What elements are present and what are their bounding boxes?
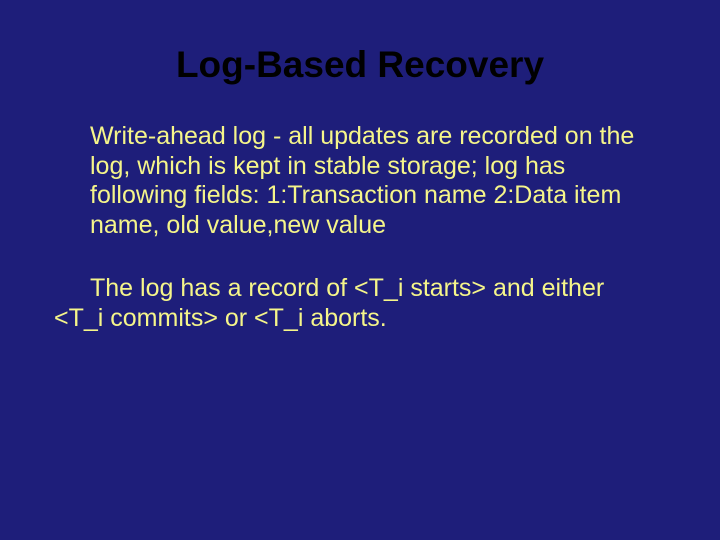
- slide-title: Log-Based Recovery: [0, 0, 720, 122]
- paragraph-2-line-1: The log has a record of <T_i starts> and…: [90, 274, 660, 304]
- slide-body: Write-ahead log - all updates are record…: [0, 122, 720, 333]
- paragraph-2: The log has a record of <T_i starts> and…: [90, 274, 660, 333]
- slide: Log-Based Recovery Write-ahead log - all…: [0, 0, 720, 540]
- paragraph-1: Write-ahead log - all updates are record…: [90, 122, 660, 240]
- paragraph-2-line-2: <T_i commits> or <T_i aborts.: [54, 304, 660, 334]
